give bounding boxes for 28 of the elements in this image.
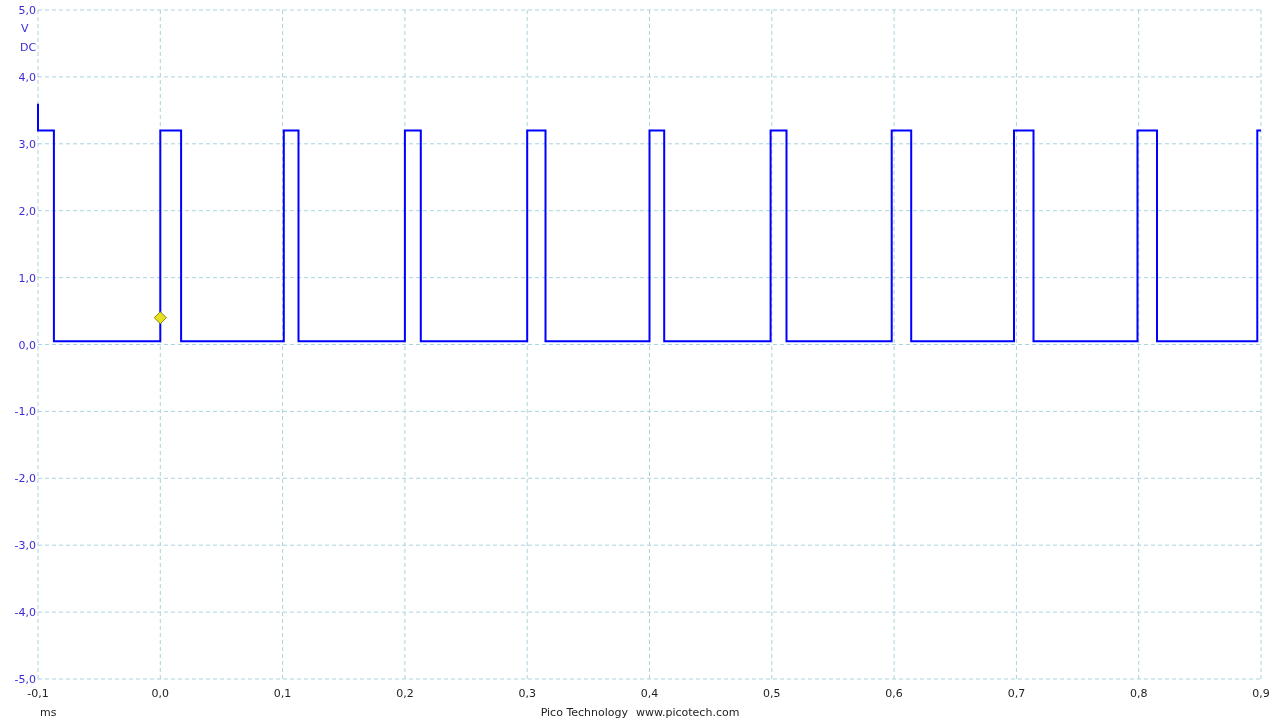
y-tick-label: -1,0 (14, 405, 36, 419)
y-tick-label: -5,0 (14, 673, 36, 686)
y-tick-label: 3,0 (18, 137, 36, 151)
y-tick-label: -4,0 (14, 606, 36, 620)
y-tick-label: 4,0 (18, 70, 36, 84)
y-tick-label: 2,0 (18, 204, 36, 218)
y-tick-label: -2,0 (14, 472, 36, 486)
x-tick-label: 0,6 (885, 687, 903, 700)
x-tick-label: 0,1 (273, 687, 292, 700)
x-tick-label: 0,0 (151, 687, 170, 700)
x-tick-label: 0,8 (1129, 687, 1148, 700)
website-link[interactable]: www.picotech.com (636, 706, 740, 719)
trigger-marker[interactable] (153, 311, 167, 325)
x-tick-label: 0,7 (1007, 687, 1026, 700)
y-axis-unit: V (21, 22, 29, 35)
x-tick-label: -0,1 (27, 687, 49, 700)
company-name: Pico Technology (540, 706, 628, 719)
y-tick-label: 5,0 (18, 4, 36, 17)
y-tick-label: 0,0 (18, 338, 36, 352)
coupling-label: DC (20, 41, 37, 54)
x-tick-label: 0,9 (1252, 687, 1270, 700)
x-tick-label: 0,2 (396, 687, 414, 700)
x-tick-label: 0,4 (640, 687, 659, 700)
x-axis-unit: ms (40, 706, 57, 719)
x-tick-label: 0,5 (763, 687, 781, 700)
y-tick-label: -3,0 (14, 539, 36, 553)
y-tick-label: 1,0 (18, 271, 36, 285)
x-tick-label: 0,3 (518, 687, 536, 700)
